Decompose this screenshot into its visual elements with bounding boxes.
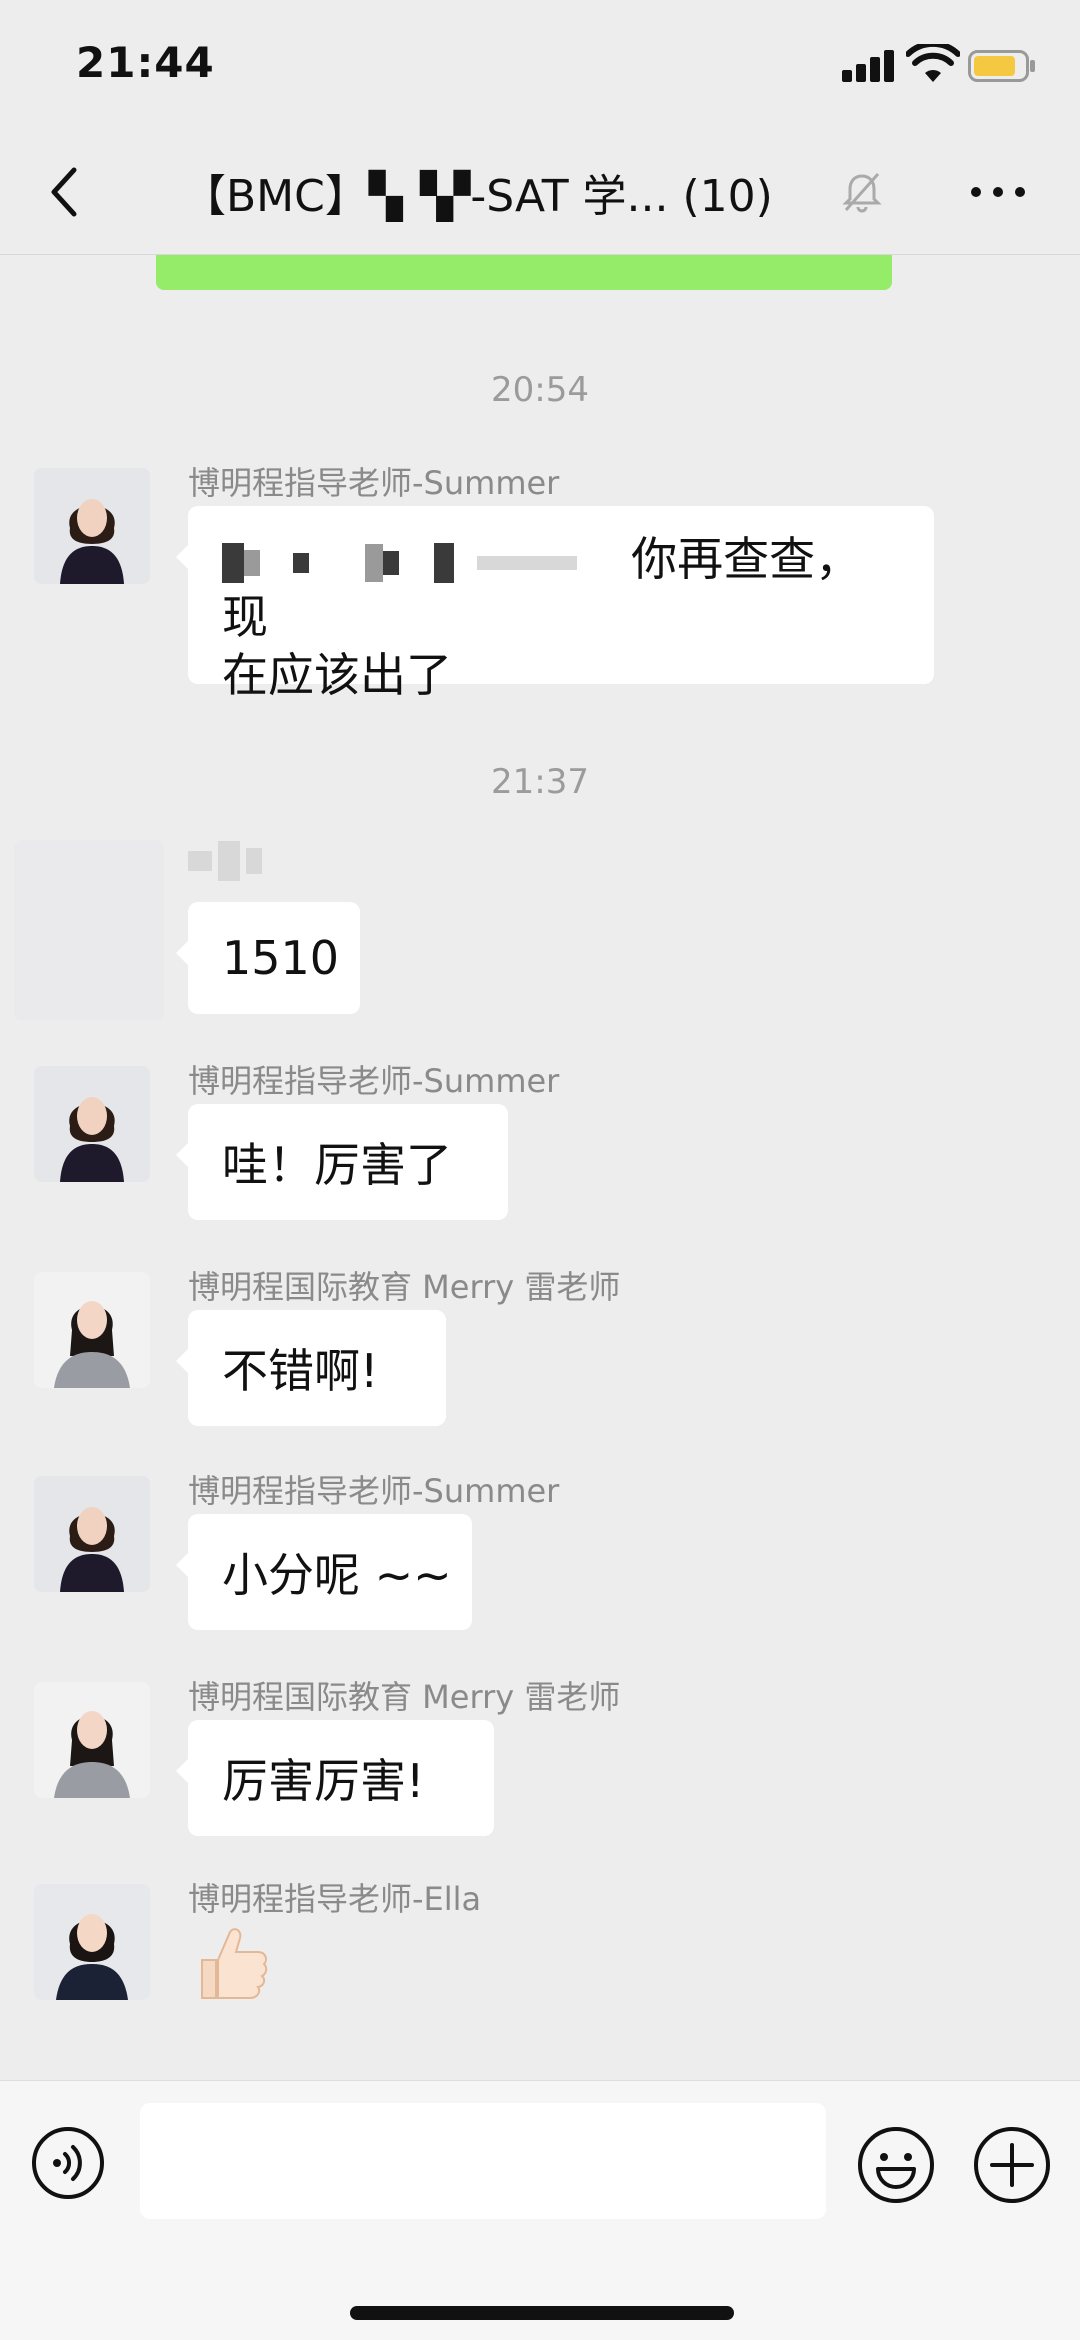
status-time: 21:44: [76, 38, 215, 87]
avatar-summer[interactable]: [34, 468, 150, 584]
blurred-text: [222, 532, 631, 586]
previous-sent-message-bubble: [156, 254, 892, 290]
sender-name: 博明程指导老师-Ella: [188, 1880, 482, 1918]
mute-bell-icon: [842, 173, 882, 213]
chat-header: 【BMC】▚▝▞-SAT 学... (10): [0, 130, 1080, 255]
message-text: 不错啊!: [222, 1344, 379, 1398]
avatar-merry[interactable]: [34, 1682, 150, 1798]
emoji-button[interactable]: [856, 2125, 936, 2205]
wifi-icon: [906, 44, 960, 82]
avatar-blurred[interactable]: [14, 840, 164, 1020]
sender-name: 博明程国际教育 Merry 雷老师: [188, 1268, 621, 1306]
avatar-ella[interactable]: [34, 1884, 150, 2000]
status-bar: 21:44: [0, 0, 1080, 130]
sender-name: 博明程国际教育 Merry 雷老师: [188, 1678, 621, 1716]
sender-name: 博明程指导老师-Summer: [188, 464, 560, 502]
message-bubble[interactable]: 小分呢 ~~: [176, 1514, 472, 1630]
message-text: 在应该出了: [222, 648, 452, 702]
back-button[interactable]: [36, 160, 96, 224]
message-bubble[interactable]: 1510: [176, 902, 360, 1014]
avatar-summer[interactable]: [34, 1066, 150, 1182]
avatar-merry[interactable]: [34, 1272, 150, 1388]
message-timestamp: 21:37: [491, 762, 589, 802]
add-attachment-button[interactable]: [972, 2125, 1052, 2205]
input-bar: [0, 2080, 1080, 2340]
cellular-signal-icon: [842, 50, 896, 82]
message-timestamp: 20:54: [491, 370, 589, 410]
message-text: 小分呢 ~~: [222, 1548, 452, 1602]
home-indicator[interactable]: [350, 2306, 734, 2320]
thumbs-up-sticker-icon[interactable]: [188, 1920, 272, 2004]
message-text: 哇！厉害了: [222, 1138, 452, 1192]
message-input[interactable]: [140, 2103, 826, 2219]
sender-name: 博明程指导老师-Summer: [188, 1062, 560, 1100]
message-bubble[interactable]: 哇！厉害了: [176, 1104, 508, 1220]
message-bubble[interactable]: 厉害厉害!: [176, 1720, 494, 1836]
battery-icon: [968, 50, 1035, 82]
message-bubble[interactable]: 不错啊!: [176, 1310, 446, 1426]
sender-name: 博明程指导老师-Summer: [188, 1472, 560, 1510]
more-options-button[interactable]: [966, 170, 1030, 214]
sender-name-blurred: [188, 840, 262, 881]
message-text: 厉害厉害!: [222, 1754, 425, 1808]
chat-title[interactable]: 【BMC】▚▝▞-SAT 学... (10): [182, 160, 773, 224]
voice-input-button[interactable]: [30, 2125, 106, 2201]
message-text: 1510: [222, 931, 340, 985]
avatar-summer[interactable]: [34, 1476, 150, 1592]
message-bubble[interactable]: 你再查查，现 在应该出了: [176, 506, 934, 702]
